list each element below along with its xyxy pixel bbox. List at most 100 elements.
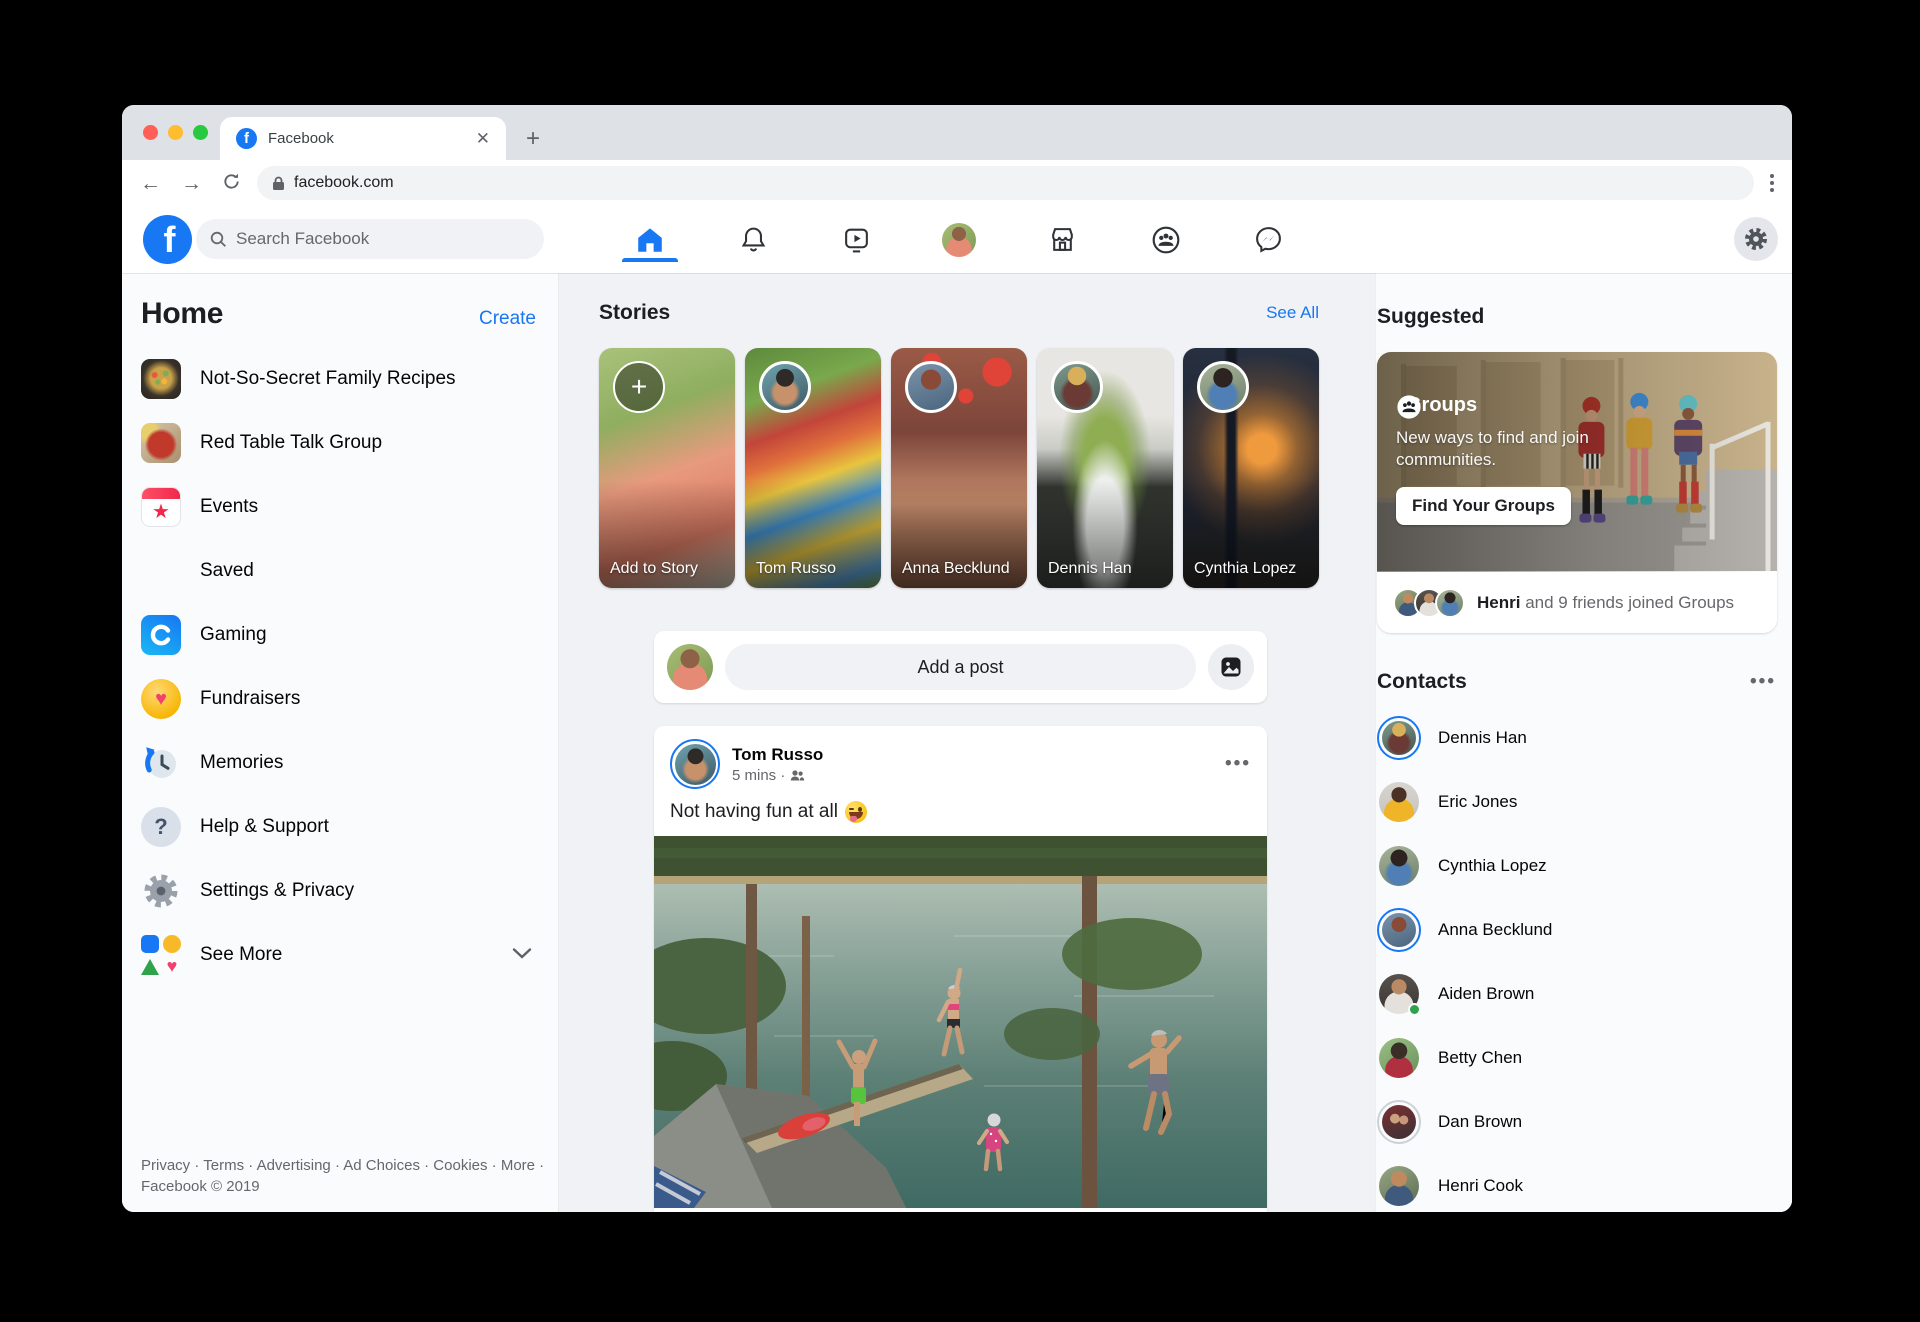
- browser-menu-icon[interactable]: [1770, 174, 1774, 192]
- contact-dennis-han[interactable]: Dennis Han: [1377, 706, 1776, 770]
- story-card-anna-becklund[interactable]: Anna Becklund: [891, 348, 1027, 588]
- sidebar-item-see-more[interactable]: ♥ See More: [141, 923, 552, 987]
- messenger-tab[interactable]: [1247, 218, 1291, 262]
- new-tab-button[interactable]: +: [526, 127, 540, 151]
- contact-avatar: [1377, 1036, 1421, 1080]
- add-story-plus-icon: +: [613, 361, 665, 413]
- heart-icon: ♥: [141, 679, 181, 719]
- add-photo-button[interactable]: [1208, 644, 1254, 690]
- contact-avatar-viewed-ring: [1377, 1100, 1421, 1144]
- events-calendar-icon: ★: [141, 487, 181, 527]
- settings-button[interactable]: [1734, 217, 1778, 261]
- contact-eric-jones[interactable]: Eric Jones: [1377, 770, 1776, 834]
- story-card-dennis-han[interactable]: Dennis Han: [1037, 348, 1173, 588]
- search-placeholder: Search Facebook: [236, 229, 370, 248]
- sidebar-item-help-support[interactable]: ? Help & Support: [141, 795, 552, 859]
- post-author-name[interactable]: Tom Russo: [732, 745, 1213, 765]
- sidebar-item-events[interactable]: ★ Events: [141, 475, 552, 539]
- browser-tab[interactable]: f Facebook ✕: [220, 117, 506, 160]
- post-photo-lake-jumping[interactable]: [654, 836, 1267, 1208]
- bookmark-icon: [141, 551, 181, 591]
- home-tab[interactable]: [622, 218, 678, 262]
- contact-aiden-brown[interactable]: Aiden Brown: [1377, 962, 1776, 1026]
- sidebar-item-memories[interactable]: Memories: [141, 731, 552, 795]
- contact-betty-chen[interactable]: Betty Chen: [1377, 1026, 1776, 1090]
- address-bar[interactable]: facebook.com: [257, 166, 1754, 200]
- story-avatar: [759, 361, 811, 413]
- question-mark-icon: ?: [141, 807, 181, 847]
- reload-icon[interactable]: [222, 172, 241, 195]
- contact-dan-brown[interactable]: Dan Brown: [1377, 1090, 1776, 1154]
- sidebar-item-red-table-talk[interactable]: Red Table Talk Group: [141, 411, 552, 475]
- see-more-shapes-icon: ♥: [141, 935, 181, 975]
- minimize-window-button[interactable]: [168, 125, 183, 140]
- sidebar-item-gaming[interactable]: Gaming: [141, 603, 552, 667]
- sidebar-item-settings-privacy[interactable]: Settings & Privacy: [141, 859, 552, 923]
- composer-avatar[interactable]: [667, 644, 713, 690]
- add-post-input[interactable]: Add a post: [725, 644, 1196, 690]
- tab-close-icon[interactable]: ✕: [476, 130, 490, 147]
- find-your-groups-button[interactable]: Find Your Groups: [1396, 487, 1571, 526]
- contact-cynthia-lopez[interactable]: Cynthia Lopez: [1377, 834, 1776, 898]
- contacts-list: Dennis Han Eric Jones Cynthia Lopez Anna…: [1377, 706, 1776, 1212]
- watch-tab[interactable]: [834, 218, 878, 262]
- search-icon: [210, 231, 227, 248]
- facebook-logo[interactable]: f: [143, 215, 192, 264]
- stories-row: + Add to Story Tom Russo Anna Becklund D…: [599, 348, 1319, 588]
- post-author-avatar[interactable]: [670, 739, 720, 789]
- forward-icon[interactable]: →: [181, 173, 202, 194]
- contact-avatar-story-ring: [1377, 716, 1421, 760]
- contact-henri-cook[interactable]: Henri Cook: [1377, 1154, 1776, 1212]
- suggested-title: Suggested: [1377, 305, 1485, 328]
- profile-avatar: [942, 222, 977, 257]
- search-input[interactable]: Search Facebook: [196, 219, 544, 259]
- audience-friends-icon: [790, 769, 805, 782]
- story-avatar: [1051, 361, 1103, 413]
- tongue-out-wink-emoji: [844, 801, 867, 823]
- close-window-button[interactable]: [143, 125, 158, 140]
- feed-post: Tom Russo 5 mins · ••• Not having fun at…: [654, 726, 1267, 1212]
- legal-footer[interactable]: Privacy · Terms · Advertising · Ad Choic…: [141, 1155, 565, 1199]
- url-text: facebook.com: [294, 174, 394, 191]
- contact-avatar: [1377, 844, 1421, 888]
- right-rail: Suggested Groups New ways to find and jo…: [1375, 273, 1792, 1212]
- story-card-add-to-story[interactable]: + Add to Story: [599, 348, 735, 588]
- notifications-tab[interactable]: [731, 218, 775, 262]
- story-card-cynthia-lopez[interactable]: Cynthia Lopez: [1183, 348, 1319, 588]
- post-menu-icon[interactable]: •••: [1225, 753, 1251, 775]
- back-icon[interactable]: ←: [140, 173, 161, 194]
- contact-avatar-story-ring: [1377, 908, 1421, 952]
- suggested-groups-card[interactable]: Groups New ways to find and join communi…: [1377, 352, 1777, 633]
- marketplace-tab[interactable]: [1041, 218, 1085, 262]
- story-card-tom-russo[interactable]: Tom Russo: [745, 348, 881, 588]
- window-controls: [143, 125, 208, 140]
- sidebar-item-family-recipes[interactable]: Not-So-Secret Family Recipes: [141, 347, 552, 411]
- news-feed: Stories See All + Add to Story Tom Russo…: [560, 273, 1375, 1212]
- sidebar-item-fundraisers[interactable]: ♥ Fundraisers: [141, 667, 552, 731]
- tab-title: Facebook: [268, 130, 334, 147]
- contacts-menu-icon[interactable]: •••: [1750, 671, 1776, 693]
- page-content: Home Create Not-So-Secret Family Recipes…: [122, 273, 1792, 1212]
- facebook-favicon: f: [236, 128, 257, 149]
- browser-tab-bar: f Facebook ✕ +: [122, 105, 1792, 160]
- profile-tab[interactable]: [937, 218, 981, 262]
- contact-avatar: [1377, 780, 1421, 824]
- create-link[interactable]: Create: [479, 308, 536, 330]
- see-all-link[interactable]: See All: [1266, 303, 1319, 323]
- contacts-title: Contacts: [1377, 670, 1467, 693]
- chevron-down-icon: [510, 941, 534, 970]
- lock-icon: [272, 176, 285, 191]
- sidebar-item-saved[interactable]: Saved: [141, 539, 552, 603]
- groups-tab[interactable]: [1144, 218, 1188, 262]
- online-status-dot: [1408, 1003, 1421, 1016]
- memories-clock-icon: [141, 743, 181, 783]
- friends-avatars: [1393, 587, 1465, 618]
- zoom-window-button[interactable]: [193, 125, 208, 140]
- contact-anna-becklund[interactable]: Anna Becklund: [1377, 898, 1776, 962]
- top-navigation: [622, 206, 1291, 273]
- groups-card-description: New ways to find and join communities.: [1396, 428, 1589, 470]
- post-composer: Add a post: [654, 631, 1267, 703]
- home-active-indicator: [622, 257, 678, 262]
- contact-avatar: [1377, 972, 1421, 1016]
- browser-window: f Facebook ✕ + ← → facebook.com f Search…: [122, 105, 1792, 1212]
